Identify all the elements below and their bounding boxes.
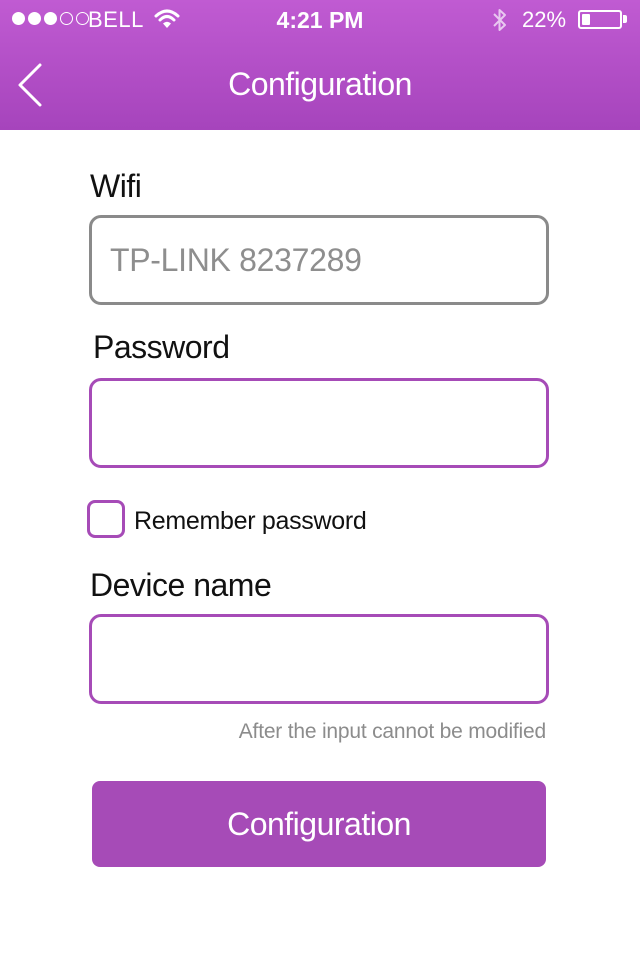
battery-level — [582, 14, 590, 25]
wifi-value: TP-LINK 8237289 — [110, 242, 362, 278]
header-bar: BELL 4:21 PM 22% Configuration — [0, 0, 640, 130]
configuration-button[interactable]: Configuration — [92, 781, 546, 867]
bluetooth-icon — [490, 6, 510, 40]
password-field[interactable] — [89, 378, 549, 468]
device-name-field[interactable] — [89, 614, 549, 704]
device-name-label: Device name — [90, 567, 272, 603]
remember-password-label: Remember password — [134, 507, 367, 535]
battery-tip — [623, 15, 627, 23]
wifi-label: Wifi — [90, 168, 142, 204]
page-title: Configuration — [228, 66, 412, 102]
remember-password-checkbox[interactable] — [87, 500, 125, 538]
device-name-hint: After the input cannot be modified — [238, 720, 546, 743]
battery-icon — [578, 10, 622, 29]
battery-percent: 22% — [522, 7, 567, 32]
password-label: Password — [93, 329, 230, 365]
status-bar: BELL 4:21 PM 22% — [0, 0, 640, 40]
